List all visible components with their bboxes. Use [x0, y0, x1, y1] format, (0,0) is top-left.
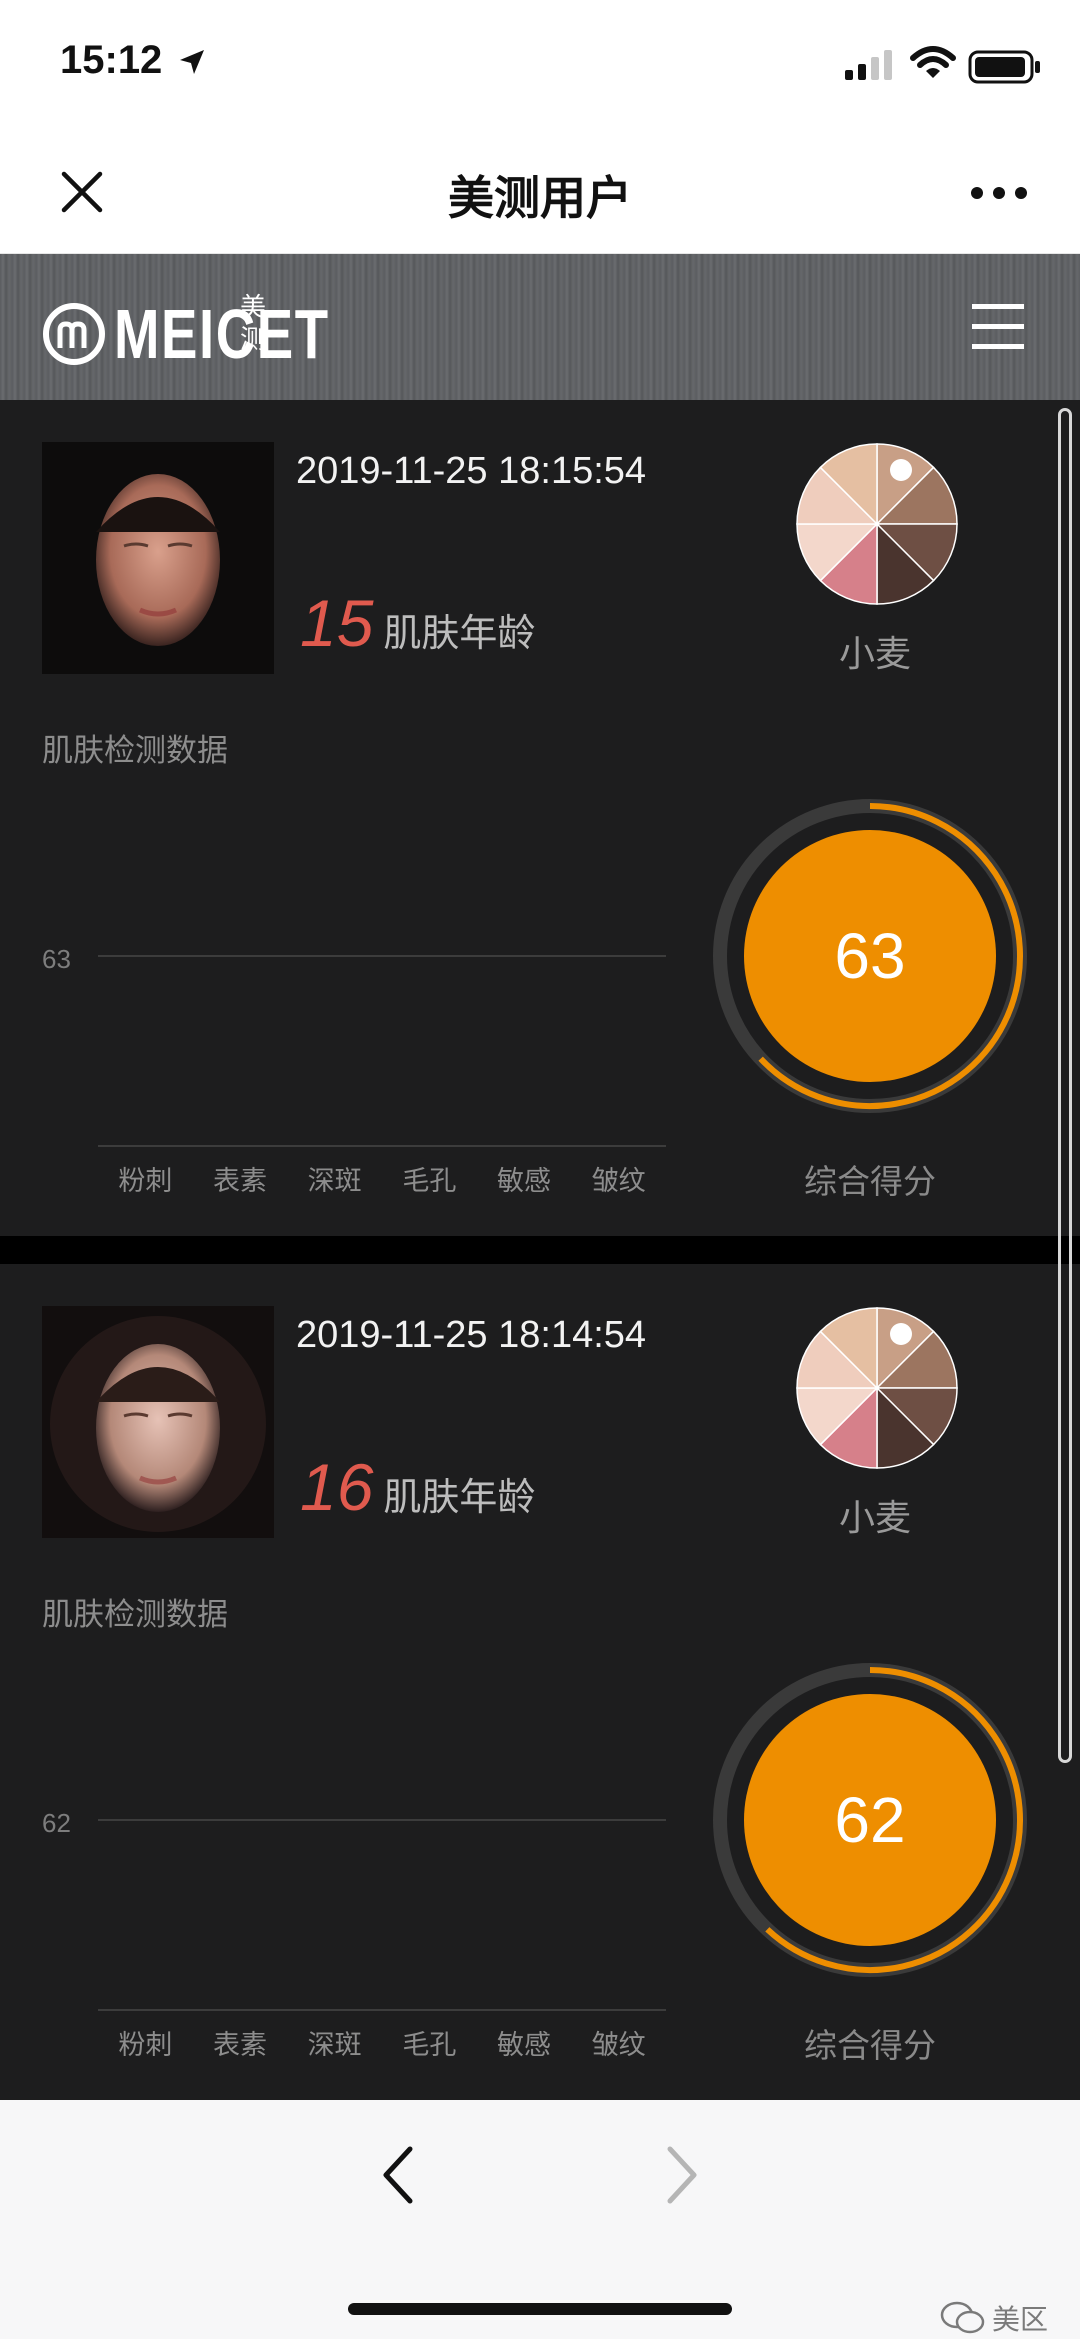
brand-chinese: 美 测	[240, 292, 266, 356]
skin-age-value: 15	[300, 586, 374, 660]
record-time: 2019-11-25 18:15:54	[296, 450, 647, 492]
x-tick-label: 敏感	[497, 2030, 551, 2061]
x-tick-label: 深斑	[308, 1166, 362, 1197]
brand-header: MEICET 美 测	[0, 254, 1080, 400]
section-title: 肌肤检测数据	[42, 1597, 228, 1633]
skin-age: 16 肌肤年龄	[300, 1449, 535, 1525]
overall-score-label: 综合得分	[804, 1162, 936, 1201]
overall-score-label: 综合得分	[804, 2026, 936, 2065]
skin-age-label: 肌肤年龄	[383, 1475, 536, 1519]
cellular-signal-icon	[845, 50, 892, 80]
record-list[interactable]: 2019-11-25 18:15:54 15 肌肤年龄 小麦 肌肤检测数据 63…	[0, 400, 1080, 2100]
overall-score-value: 63	[834, 920, 905, 992]
selected-tone-marker	[890, 1323, 912, 1345]
brand-name: MEICET	[114, 295, 330, 373]
x-tick-label: 皱纹	[592, 1166, 646, 1197]
x-tick-label: 粉刺	[118, 2030, 172, 2061]
x-tick-label: 粉刺	[118, 1166, 172, 1197]
forward-chevron-icon[interactable]	[664, 2145, 700, 2205]
watermark: 美区	[940, 2298, 1048, 2338]
brand-cn-top: 美	[240, 293, 267, 323]
wifi-icon	[910, 46, 956, 78]
nav-bar: 美测用户	[0, 130, 1080, 254]
meicet-logo-icon	[43, 303, 105, 365]
battery-icon	[968, 50, 1040, 84]
watermark-text: 美区	[992, 2303, 1049, 2336]
status-bar: 15:12	[0, 0, 1080, 130]
app-page: 15:12 美测用户 MEICET 美 测 2019-11-25 18:15:5…	[0, 0, 1080, 2339]
meicet-logo[interactable]: MEICET	[42, 294, 390, 374]
selected-tone-marker	[890, 459, 912, 481]
record-card[interactable]: 2019-11-25 18:15:54 15 肌肤年龄 小麦 肌肤检测数据 63…	[0, 400, 1080, 1236]
record-card[interactable]: 2019-11-25 18:14:54 16 肌肤年龄 小麦 肌肤检测数据 62…	[0, 1264, 1080, 2100]
face-photo	[42, 442, 274, 674]
skin-age-value: 16	[300, 1450, 374, 1524]
section-title: 肌肤检测数据	[42, 733, 228, 769]
skin-data-chart: 63 粉刺 表素 深斑 毛孔 敏感 皱纹	[42, 944, 666, 1197]
skin-age: 15 肌肤年龄	[300, 585, 535, 661]
x-tick-label: 毛孔	[402, 1166, 456, 1197]
x-tick-label: 毛孔	[402, 2030, 456, 2061]
skin-tone-label: 小麦	[838, 1498, 911, 1539]
x-tick-label: 敏感	[497, 1166, 551, 1197]
skin-tone-label: 小麦	[838, 634, 911, 675]
overall-score-ring: 63	[713, 799, 1027, 1113]
wechat-icon	[940, 2301, 985, 2334]
hamburger-menu-icon[interactable]	[970, 302, 1026, 352]
skin-tone-wheel-icon	[796, 443, 958, 605]
record-time: 2019-11-25 18:14:54	[296, 1314, 647, 1356]
scrollbar[interactable]	[1058, 408, 1072, 1763]
skin-tone-wheel-icon	[796, 1307, 958, 1469]
x-tick-label: 深斑	[308, 2030, 362, 2061]
y-reference-label: 62	[42, 1808, 71, 1838]
overall-score-value: 62	[834, 1784, 905, 1856]
home-indicator	[348, 2303, 732, 2315]
skin-age-label: 肌肤年龄	[383, 611, 536, 655]
back-chevron-icon[interactable]	[380, 2145, 416, 2205]
x-tick-label: 表素	[213, 1166, 267, 1197]
skin-data-chart: 62 粉刺 表素 深斑 毛孔 敏感 皱纹	[42, 1808, 666, 2061]
location-arrow-icon	[180, 50, 204, 74]
overall-score-ring: 62	[713, 1663, 1027, 1977]
more-options-icon[interactable]	[970, 186, 1028, 200]
y-reference-label: 63	[42, 944, 71, 974]
brand-cn-bottom: 测	[240, 325, 267, 355]
x-tick-label: 皱纹	[592, 2030, 646, 2061]
page-title: 美测用户	[448, 171, 632, 225]
face-photo	[42, 1306, 274, 1538]
status-time: 15:12	[60, 38, 163, 82]
x-tick-label: 表素	[213, 2030, 267, 2061]
